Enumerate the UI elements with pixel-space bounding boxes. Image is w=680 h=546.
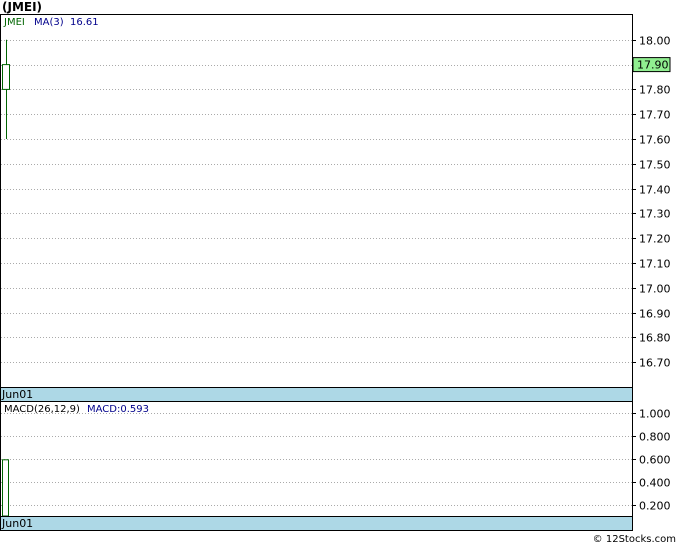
price-legend-ticker: JMEI [3, 17, 25, 28]
chart-canvas: 18.00 17.90 17.80 17.70 17.60 17.50 17.40 17.30… [0, 14, 671, 531]
price-tick-label: 17.10 [639, 258, 671, 271]
price-x-label: Jun01 [1, 388, 33, 401]
price-tick-label: 17.70 [639, 109, 671, 122]
ma-legend-value: 16.61 [70, 17, 99, 28]
price-y-axis: 18.00 17.90 17.80 17.70 17.60 17.50 17.40 17.30… [632, 35, 671, 370]
macd-bars [2, 459, 9, 517]
macd-y-axis: 1.000 0.800 0.600 0.400 0.200 [632, 408, 671, 513]
macd-x-axis-band [0, 516, 633, 531]
macd-tick-label: 1.000 [639, 408, 671, 421]
candle-body [2, 64, 10, 90]
macd-tick-label: 0.600 [639, 454, 671, 467]
price-tick-label: 17.60 [639, 134, 671, 147]
ma-legend-label: MA(3) [34, 17, 64, 28]
price-panel-frame [0, 14, 633, 388]
price-tick-label: 17.50 [639, 159, 671, 172]
price-tick-label: 17.30 [639, 208, 671, 221]
price-tick-label: 17.20 [639, 233, 671, 246]
macd-bar [2, 459, 9, 517]
last-price-label: 17.90 [637, 59, 669, 72]
macd-tick-label: 0.800 [639, 431, 671, 444]
last-price-marker: 17.90 [632, 57, 671, 73]
copyright-footer: © 12Stocks.com [592, 534, 676, 545]
price-tick-label: 16.70 [639, 357, 671, 370]
price-x-axis-band [0, 387, 633, 402]
macd-tick-label: 0.400 [639, 477, 671, 490]
price-tick-label: 17.00 [639, 283, 671, 296]
macd-legend-indicator: MACD(26,12,9) [4, 404, 80, 415]
price-tick-label: 18.00 [639, 35, 671, 48]
macd-legend-value: MACD:0.593 [87, 404, 149, 415]
macd-tick-label: 0.200 [639, 500, 671, 513]
macd-x-label: Jun01 [1, 517, 33, 530]
price-tick-label: 17.80 [639, 84, 671, 97]
price-tick-label: 16.80 [639, 332, 671, 345]
price-tick-label: 16.90 [639, 308, 671, 321]
price-tick-label: 17.40 [639, 184, 671, 197]
